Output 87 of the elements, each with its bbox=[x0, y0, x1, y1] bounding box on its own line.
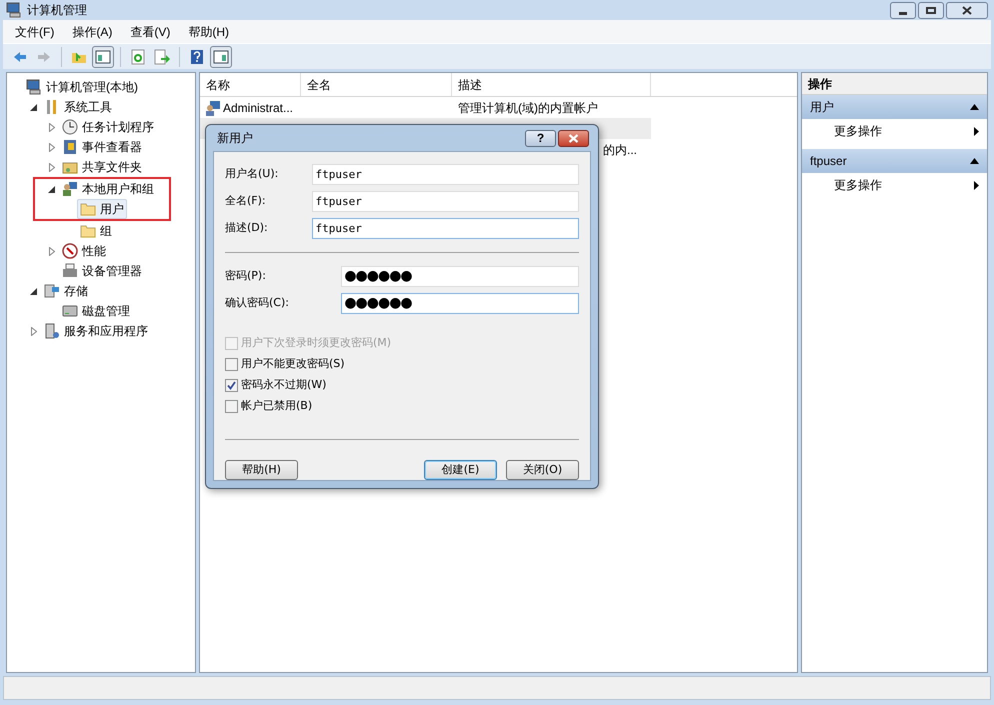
minimize-icon bbox=[899, 12, 907, 14]
dialog-button[interactable]: 关闭(O) bbox=[506, 460, 579, 480]
action-pane-icon bbox=[213, 48, 229, 64]
checkbox-option[interactable]: 用户不能更改密码(S) bbox=[225, 354, 579, 375]
refresh-icon bbox=[130, 48, 146, 64]
submenu-arrow-icon bbox=[974, 126, 979, 136]
text-field[interactable]: ftpuser bbox=[312, 164, 579, 185]
tree-item[interactable]: 服务和应用程序 bbox=[41, 321, 151, 341]
tree-item[interactable]: 存储 bbox=[41, 281, 91, 301]
storage-icon bbox=[44, 283, 60, 299]
list-row[interactable]: Administrat... 管理计算机(域)的内置帐户 bbox=[200, 97, 651, 118]
password-field[interactable]: ●●●●●● bbox=[341, 266, 579, 287]
show-pane-icon bbox=[95, 48, 111, 64]
export-list-icon bbox=[154, 48, 170, 64]
minimize-button[interactable] bbox=[890, 2, 916, 18]
menu-item[interactable]: 查看(V) bbox=[130, 22, 170, 40]
field-label: 密码(P): bbox=[225, 268, 267, 284]
action-pane-button[interactable] bbox=[210, 46, 232, 68]
menu-item[interactable]: 帮助(H) bbox=[188, 22, 229, 40]
action-group-header[interactable]: ftpuser bbox=[802, 149, 987, 173]
help-button[interactable]: ? bbox=[525, 130, 556, 146]
tree-item[interactable]: 性能 bbox=[59, 241, 109, 261]
checkmark-icon bbox=[227, 381, 236, 390]
column-header[interactable]: 描述 bbox=[452, 73, 651, 96]
menu-item[interactable]: 操作(A) bbox=[72, 22, 112, 40]
password-field[interactable]: ●●●●●● bbox=[341, 293, 579, 314]
user-icon bbox=[205, 100, 221, 116]
action-group-header[interactable]: 用户 bbox=[802, 95, 987, 119]
computer-icon bbox=[26, 79, 42, 95]
tree-item[interactable]: 计算机管理(本地) bbox=[23, 77, 141, 97]
action-item[interactable]: 更多操作 bbox=[802, 173, 987, 197]
dialog-button[interactable]: 创建(E) bbox=[424, 460, 497, 480]
table-cell-text: 管理计算机(域)的内置帐户 bbox=[458, 100, 598, 116]
folder-icon bbox=[80, 223, 96, 239]
collapse-caret-icon bbox=[970, 104, 979, 110]
collapse-arrow-icon[interactable] bbox=[29, 102, 38, 112]
users-icon bbox=[62, 181, 78, 197]
expand-arrow-icon[interactable] bbox=[47, 246, 56, 256]
checkbox-option[interactable]: 密码永不过期(W) bbox=[225, 375, 579, 396]
expand-arrow-icon[interactable] bbox=[47, 142, 56, 152]
collapse-caret-icon bbox=[970, 158, 979, 164]
tree-item[interactable]: 系统工具 bbox=[41, 97, 115, 117]
menu-item[interactable]: 文件(F) bbox=[15, 22, 54, 40]
window-title: 计算机管理 bbox=[27, 2, 87, 19]
collapse-arrow-icon[interactable] bbox=[47, 184, 56, 194]
log-book-icon bbox=[62, 139, 78, 155]
field-label: 用户名(U): bbox=[225, 166, 280, 182]
dialog-title: 新用户 bbox=[217, 130, 253, 147]
tree-item[interactable]: 本地用户和组 bbox=[59, 179, 157, 199]
tree-item[interactable]: 用户 bbox=[77, 199, 127, 219]
collapse-arrow-icon[interactable] bbox=[29, 286, 38, 296]
close-button[interactable] bbox=[558, 130, 589, 146]
folder-icon bbox=[80, 201, 96, 217]
table-cell-text: 的内... bbox=[602, 142, 637, 158]
dialog-button[interactable]: 帮助(H) bbox=[225, 460, 298, 480]
maximize-button[interactable] bbox=[918, 2, 944, 18]
tree-item[interactable]: 组 bbox=[77, 221, 115, 241]
text-field[interactable]: ftpuser bbox=[312, 218, 579, 239]
checkbox-option[interactable]: 帐户已禁用(B) bbox=[225, 396, 579, 417]
expand-arrow-icon[interactable] bbox=[47, 162, 56, 172]
close-icon bbox=[568, 134, 579, 142]
help-icon bbox=[189, 48, 205, 64]
table-cell-text: Administrat... bbox=[223, 100, 294, 116]
show-pane-button[interactable] bbox=[92, 46, 114, 68]
column-header[interactable]: 名称 bbox=[200, 73, 301, 96]
tree-item[interactable]: 共享文件夹 bbox=[59, 157, 145, 177]
expand-arrow-icon[interactable] bbox=[47, 122, 56, 132]
field-label: 全名(F): bbox=[225, 193, 267, 210]
tree-item[interactable]: 事件查看器 bbox=[59, 137, 145, 157]
field-label: 描述(D): bbox=[225, 220, 269, 236]
tree-item[interactable]: 任务计划程序 bbox=[59, 117, 157, 137]
maximize-icon bbox=[926, 6, 936, 14]
actions-title: 操作 bbox=[802, 73, 987, 95]
tree-item[interactable]: 设备管理器 bbox=[59, 261, 145, 281]
expand-arrow-icon[interactable] bbox=[29, 326, 38, 336]
column-header[interactable]: 全名 bbox=[301, 73, 452, 96]
field-label: 确认密码(C): bbox=[225, 295, 290, 312]
submenu-arrow-icon bbox=[974, 180, 979, 190]
close-button[interactable] bbox=[946, 2, 988, 18]
printer-icon bbox=[62, 263, 78, 279]
close-icon bbox=[962, 6, 972, 14]
text-field[interactable]: ftpuser bbox=[312, 191, 579, 212]
computer-icon bbox=[6, 2, 22, 18]
action-item[interactable]: 更多操作 bbox=[802, 119, 987, 143]
clock-icon bbox=[62, 119, 78, 135]
server-gear-icon bbox=[44, 323, 60, 339]
tree-item[interactable]: 磁盘管理 bbox=[59, 301, 133, 321]
